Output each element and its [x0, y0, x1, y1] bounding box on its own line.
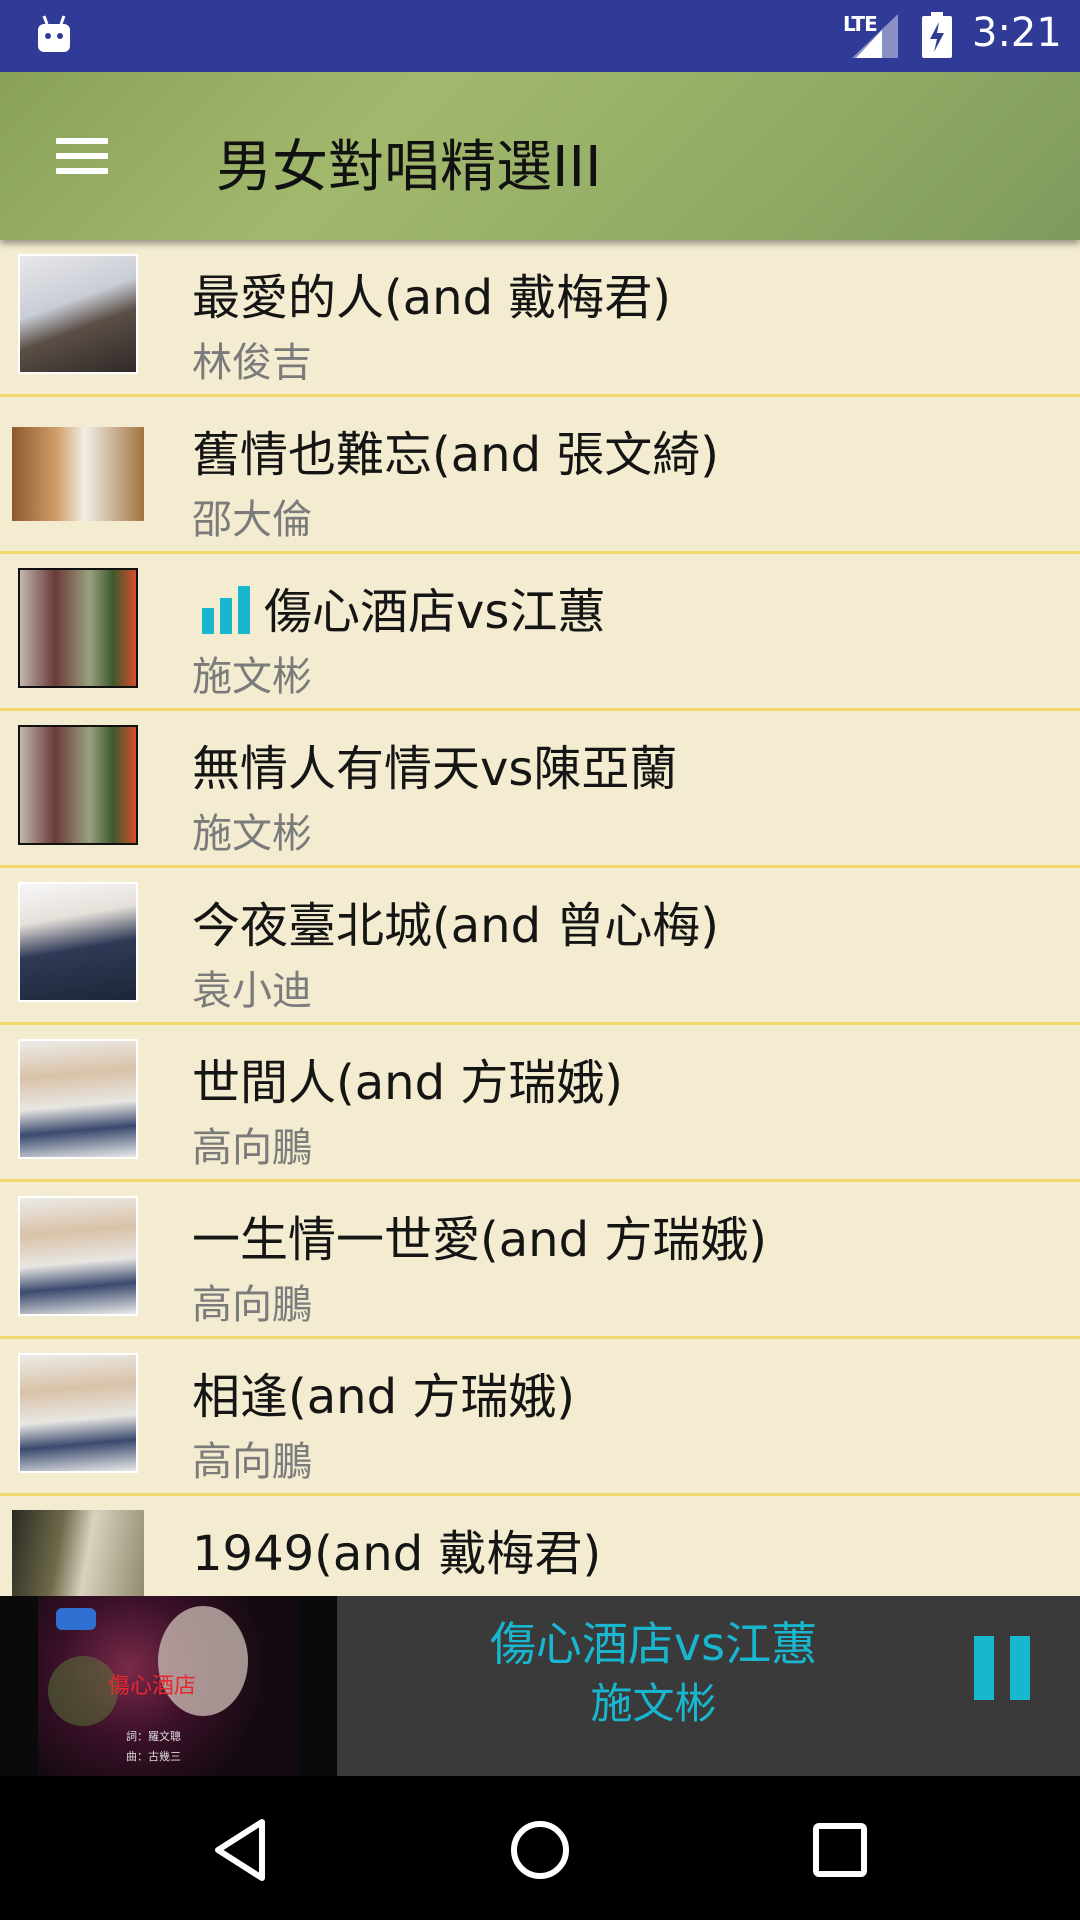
song-row[interactable]: 無情人有情天vs陳亞蘭 施文彬 [0, 711, 1080, 868]
status-bar: LTE 3:21 [0, 0, 1080, 72]
album-thumbnail [18, 725, 138, 845]
navigation-bar [0, 1776, 1080, 1920]
song-row[interactable]: 舊情也難忘(and 張文綺) 邵大倫 [0, 397, 1080, 554]
song-title: 世間人(and 方瑞娥) [192, 1055, 624, 1111]
song-title: 無情人有情天vs陳亞蘭 [192, 741, 678, 797]
album-thumbnail [18, 568, 138, 688]
app-bar: 男女對唱精選III [0, 72, 1080, 240]
label-logo-icon [56, 1608, 96, 1630]
home-icon[interactable] [500, 1810, 580, 1890]
song-title: 一生情一世愛(and 方瑞娥) [192, 1212, 768, 1268]
album-thumbnail [18, 1353, 138, 1473]
song-row[interactable]: 最愛的人(and 戴梅君) 林俊吉 [0, 240, 1080, 397]
pause-icon [974, 1636, 994, 1700]
back-icon[interactable] [200, 1810, 280, 1890]
clock: 3:21 [972, 10, 1062, 56]
song-row-playing[interactable]: 傷心酒店vs江蕙 施文彬 [0, 554, 1080, 711]
album-art-credit-music: 曲：古幾三 [126, 1750, 181, 1763]
song-artist: 高向鵬 [192, 1439, 312, 1485]
menu-icon[interactable] [52, 134, 112, 178]
song-row[interactable]: 一生情一世愛(and 方瑞娥) 高向鵬 [0, 1182, 1080, 1339]
song-row[interactable]: 相逢(and 方瑞娥) 高向鵬 [0, 1339, 1080, 1496]
recents-icon[interactable] [800, 1810, 880, 1890]
pause-button[interactable] [970, 1636, 1036, 1736]
now-playing-bar[interactable]: 傷心酒店 詞：羅文聰 曲：古幾三 傷心酒店vs江蕙 施文彬 [0, 1596, 1080, 1776]
song-artist: 高向鵬 [192, 1125, 312, 1171]
album-art-credit-lyrics: 詞：羅文聰 [126, 1730, 181, 1743]
song-artist: 施文彬 [192, 811, 312, 857]
song-title: 舊情也難忘(and 張文綺) [192, 427, 720, 483]
album-art-title: 傷心酒店 [108, 1674, 197, 1699]
song-row[interactable]: 世間人(and 方瑞娥) 高向鵬 [0, 1025, 1080, 1182]
album-thumbnail [18, 1196, 138, 1316]
album-thumbnail [18, 882, 138, 1002]
song-title: 今夜臺北城(and 曾心梅) [192, 898, 720, 954]
album-art-frame: 傷心酒店 詞：羅文聰 曲：古幾三 [0, 1596, 337, 1776]
now-playing-album-art: 傷心酒店 詞：羅文聰 曲：古幾三 [38, 1596, 300, 1776]
album-thumbnail [18, 254, 138, 374]
now-playing-artist: 施文彬 [590, 1679, 717, 1728]
song-artist: 袁小迪 [192, 968, 312, 1014]
song-list[interactable]: 最愛的人(and 戴梅君) 林俊吉 舊情也難忘(and 張文綺) 邵大倫 傷心酒… [0, 240, 1080, 1596]
song-artist: 邵大倫 [192, 497, 312, 543]
battery-charging-icon [922, 12, 952, 58]
page-title: 男女對唱精選III [216, 135, 602, 200]
song-title: 相逢(and 方瑞娥) [192, 1369, 576, 1425]
song-artist: 施文彬 [192, 654, 312, 700]
album-thumbnail [18, 1039, 138, 1159]
song-artist: 林俊吉 [192, 340, 312, 386]
android-notification-icon [38, 15, 70, 52]
album-thumbnail [12, 427, 144, 521]
song-row[interactable]: 今夜臺北城(and 曾心梅) 袁小迪 [0, 868, 1080, 1025]
song-title: 傷心酒店vs江蕙 [264, 584, 606, 640]
song-artist: 高向鵬 [192, 1282, 312, 1328]
signal-icon [852, 14, 898, 58]
now-playing-title: 傷心酒店vs江蕙 [489, 1617, 818, 1671]
now-playing-equalizer-icon [202, 586, 250, 634]
song-title: 最愛的人(and 戴梅君) [192, 270, 672, 326]
album-thumbnail [12, 1510, 144, 1596]
song-title: 1949(and 戴梅君) [192, 1526, 602, 1582]
song-row[interactable]: 1949(and 戴梅君) [0, 1496, 1080, 1596]
